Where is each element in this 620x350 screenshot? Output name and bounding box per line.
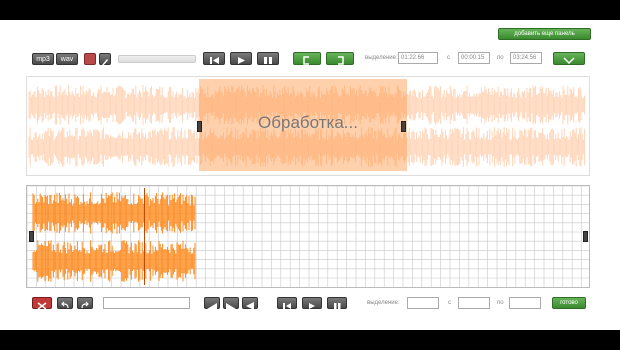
bottom-to-field[interactable] — [509, 297, 541, 309]
fade-in-icon — [207, 303, 217, 309]
selection-start-field[interactable]: 01:22.66 — [398, 52, 438, 64]
waveform-panel-editor[interactable] — [26, 185, 590, 288]
record-button[interactable] — [84, 53, 96, 65]
cut-button[interactable] — [32, 297, 52, 310]
volume-slider[interactable] — [118, 55, 196, 63]
zoom-button[interactable] — [242, 297, 258, 310]
fade-out-button[interactable] — [223, 297, 239, 309]
play-button[interactable] — [230, 52, 252, 65]
pause-button[interactable] — [257, 52, 279, 65]
bottom-to-label: по — [497, 300, 504, 306]
panel-menu-button[interactable] — [553, 52, 585, 65]
bottom-play-button[interactable] — [302, 297, 322, 309]
from-label: с — [447, 55, 450, 61]
bottom-from-field[interactable] — [458, 297, 490, 309]
scissors-icon — [37, 302, 47, 310]
redo-icon — [81, 301, 89, 309]
skip-back-icon — [210, 57, 219, 64]
add-panel-button[interactable]: добавить еще панель — [498, 28, 591, 40]
waveform-clip — [32, 192, 196, 282]
fade-out-icon — [226, 303, 236, 309]
editor-stage: добавить еще панель mp3 wav выделение: 0… — [0, 20, 620, 330]
selection-label: выделение: — [365, 55, 398, 61]
edit-icon[interactable] — [99, 53, 111, 66]
play-icon — [309, 303, 315, 309]
undo-icon — [61, 301, 69, 309]
skip-back-icon — [283, 303, 291, 309]
bottom-selection-field[interactable] — [407, 297, 439, 309]
playhead[interactable] — [144, 188, 145, 285]
pause-icon — [264, 57, 272, 64]
pause-icon — [334, 303, 341, 309]
mark-start-button[interactable] — [293, 52, 321, 65]
undo-button[interactable] — [57, 297, 73, 309]
from-field[interactable]: 00:00.15 — [458, 52, 490, 64]
fade-in-button[interactable] — [204, 297, 220, 309]
to-field[interactable]: 03:24.56 — [510, 52, 542, 64]
bottom-selection-label: выделение: — [367, 300, 400, 306]
done-button[interactable]: готово — [552, 297, 586, 309]
bottom-from-label: с — [448, 300, 451, 306]
skip-back-button[interactable] — [203, 52, 225, 65]
zoom-icon — [246, 302, 254, 310]
mark-start-icon — [303, 56, 309, 65]
filename-input[interactable] — [103, 297, 190, 309]
redo-button[interactable] — [77, 297, 93, 309]
bottom-pause-button[interactable] — [327, 297, 347, 309]
chevron-down-icon — [563, 57, 575, 65]
mark-end-icon — [338, 56, 344, 65]
scroll-left-handle[interactable] — [29, 231, 34, 242]
to-label: по — [497, 55, 504, 61]
processing-overlay-text: Обработка... — [258, 113, 358, 132]
scroll-right-handle[interactable] — [583, 231, 588, 242]
mark-end-button[interactable] — [326, 52, 354, 65]
wav-button[interactable]: wav — [56, 53, 78, 65]
waveform-panel-processing[interactable]: Обработка... — [26, 76, 590, 176]
play-icon — [238, 57, 245, 64]
mp3-button[interactable]: mp3 — [32, 53, 54, 65]
bottom-skip-back-button[interactable] — [277, 297, 297, 309]
